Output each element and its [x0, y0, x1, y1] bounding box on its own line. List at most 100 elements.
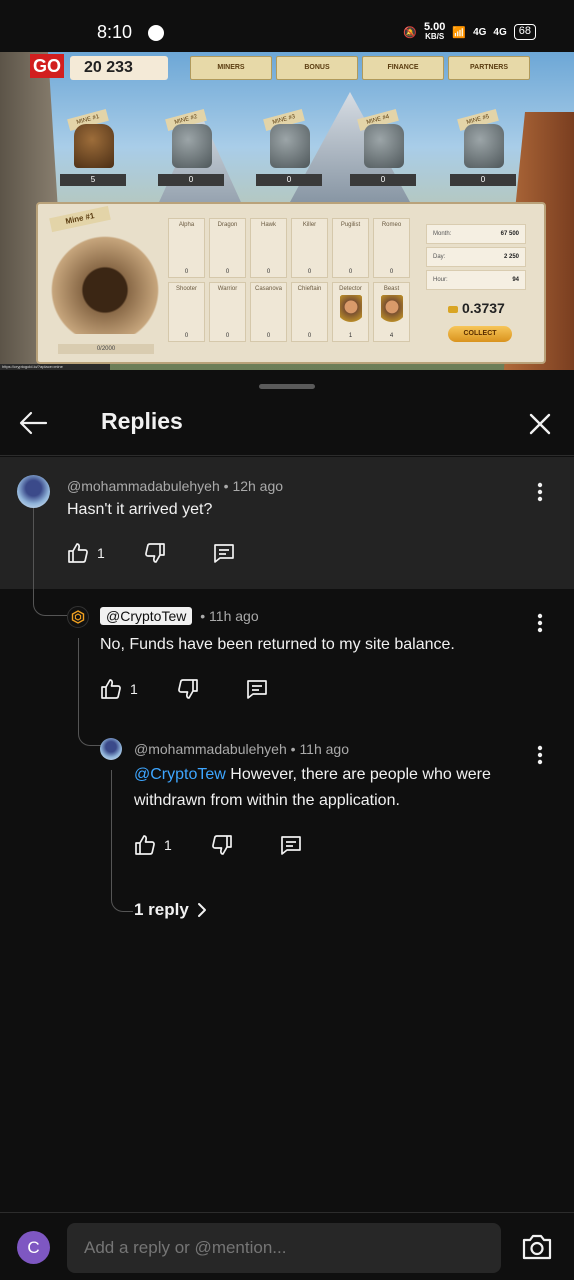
wifi-icon: 📶 [452, 26, 467, 39]
mention-link[interactable]: @CryptoTew [134, 766, 226, 783]
back-arrow-icon[interactable] [18, 410, 48, 436]
mine-count: 5 [60, 174, 126, 186]
avatar[interactable] [100, 738, 122, 760]
like-button[interactable]: 1 [133, 833, 172, 857]
thumbs-down-icon [177, 679, 198, 699]
reply-age: 11h ago [209, 608, 259, 624]
collect-button: COLLECT [448, 326, 512, 342]
gold-icon [448, 305, 458, 313]
worker-card: Killer 0 [291, 218, 328, 278]
like-button[interactable]: 1 [66, 541, 105, 565]
dislike-button[interactable] [143, 541, 167, 565]
network-speed: 5.00 KB/S [423, 21, 446, 42]
worker-card: Romeo 0 [373, 218, 410, 278]
reply-age: 11h ago [299, 741, 350, 757]
mine-entrance-illustration [48, 224, 162, 334]
reply-meta: @CryptoTew • 11h ago [100, 607, 259, 625]
more-vert-icon[interactable] [537, 613, 543, 633]
mine-row: MINE #1 5 MINE #2 0 MINE #3 0 MINE #4 0 … [60, 106, 520, 196]
like-count: 1 [164, 837, 172, 853]
nav-miners: MINERS [190, 56, 272, 80]
reply-button[interactable] [245, 677, 269, 701]
worker-card: Alpha 0 [168, 218, 205, 278]
mine-slot: MINE #5 0 [450, 106, 516, 192]
mine-count: 0 [256, 174, 322, 186]
dislike-button[interactable] [176, 677, 200, 701]
reply-actions: 1 [133, 831, 303, 859]
creator-chip[interactable]: @CryptoTew [100, 607, 193, 625]
status-bar: 8:10 🔕 5.00 KB/S 📶 4G 4G 68 [0, 0, 574, 52]
signal-1: 4G [473, 26, 487, 38]
worker-card: Shooter 0 [168, 282, 205, 342]
comment-icon [280, 836, 301, 855]
earnings-stats: Month: 67 500 Day: 2 250 Hour: 94 [426, 224, 526, 293]
comment-actions: 1 [66, 539, 236, 567]
replies-title: Replies [101, 408, 183, 434]
comment-meta: @mohammadabulehyeh • 12h ago [67, 478, 284, 494]
nav-finance: FINANCE [362, 56, 444, 80]
drag-handle[interactable] [259, 384, 315, 389]
mine-slot: MINE #3 0 [256, 106, 322, 192]
worker-grid: Alpha 0 Dragon 0 Hawk 0 Killer 0 Pugilist 0 R… [168, 218, 414, 348]
worker-card: Hawk 0 [250, 218, 287, 278]
thumbs-up-icon [135, 835, 155, 855]
user-avatar[interactable]: C [17, 1231, 50, 1264]
video-player[interactable]: GO 20 233 MINERS BONUS FINANCE PARTNERS … [0, 52, 574, 370]
avatar[interactable] [17, 475, 50, 508]
chevron-right-icon [197, 903, 206, 917]
reply-composer: C [0, 1212, 574, 1280]
comment-icon [246, 680, 267, 699]
reply-actions: 1 [99, 675, 269, 703]
reply-author[interactable]: @mohammadabulehyeh [134, 741, 287, 757]
worker-card: Beast 4 [373, 282, 410, 342]
show-replies-label: 1 reply [134, 900, 189, 919]
reply-button[interactable] [279, 833, 303, 857]
like-count: 1 [97, 545, 105, 561]
mine-slot: MINE #4 0 [350, 106, 416, 192]
more-vert-icon[interactable] [537, 745, 543, 765]
close-icon[interactable] [526, 410, 554, 438]
mine-panel: Mine #1 0/2000 Alpha 0 Dragon 0 Hawk 0 Kill… [36, 202, 546, 364]
avatar[interactable] [67, 606, 89, 628]
reply-meta: @mohammadabulehyeh • 11h ago [134, 741, 350, 757]
comment-icon [213, 544, 234, 563]
comment-author[interactable]: @mohammadabulehyeh [67, 478, 220, 494]
thread-line [111, 770, 133, 912]
worker-card: Dragon 0 [209, 218, 246, 278]
game-logo: GO [30, 54, 64, 78]
reply-button[interactable] [212, 541, 236, 565]
more-vert-icon[interactable] [537, 482, 543, 502]
comment-age: 12h ago [232, 478, 284, 494]
thread-line [33, 508, 67, 616]
reply-text: @CryptoTew However, there are people who… [134, 766, 491, 809]
nav-partners: PARTNERS [448, 56, 530, 80]
mute-icon: 🔕 [403, 26, 417, 39]
nav-bonus: BONUS [276, 56, 358, 80]
status-time: 8:10 [97, 22, 133, 42]
mined-total: 0.3737 [448, 300, 505, 316]
show-replies-button[interactable]: 1 reply [134, 900, 207, 920]
thumbs-down-icon [211, 835, 232, 855]
lock-icon [270, 124, 310, 168]
parent-comment: @mohammadabulehyeh • 12h ago Hasn't it a… [0, 457, 574, 589]
worker-card: Warrior 0 [209, 282, 246, 342]
mine-slot: MINE #1 5 [60, 106, 126, 192]
mine-count: 0 [350, 174, 416, 186]
thumbs-up-icon [68, 543, 88, 563]
reply-text: No, Funds have been returned to my site … [100, 636, 455, 653]
like-count: 1 [130, 681, 138, 697]
dislike-button[interactable] [210, 833, 234, 857]
mine-count: 0 [450, 174, 516, 186]
worker-card: Pugilist 0 [332, 218, 369, 278]
like-button[interactable]: 1 [99, 677, 138, 701]
dwarf-icon [340, 295, 362, 329]
stat-day: Day: 2 250 [426, 247, 526, 267]
lock-icon [172, 124, 212, 168]
mine-count: 0 [158, 174, 224, 186]
replies-header: Replies [0, 396, 574, 456]
comment-text: Hasn't it arrived yet? [67, 501, 213, 518]
mine-entrance-icon [74, 124, 114, 168]
lock-icon [464, 124, 504, 168]
camera-icon[interactable] [521, 1233, 553, 1261]
reply-input[interactable] [67, 1223, 501, 1273]
